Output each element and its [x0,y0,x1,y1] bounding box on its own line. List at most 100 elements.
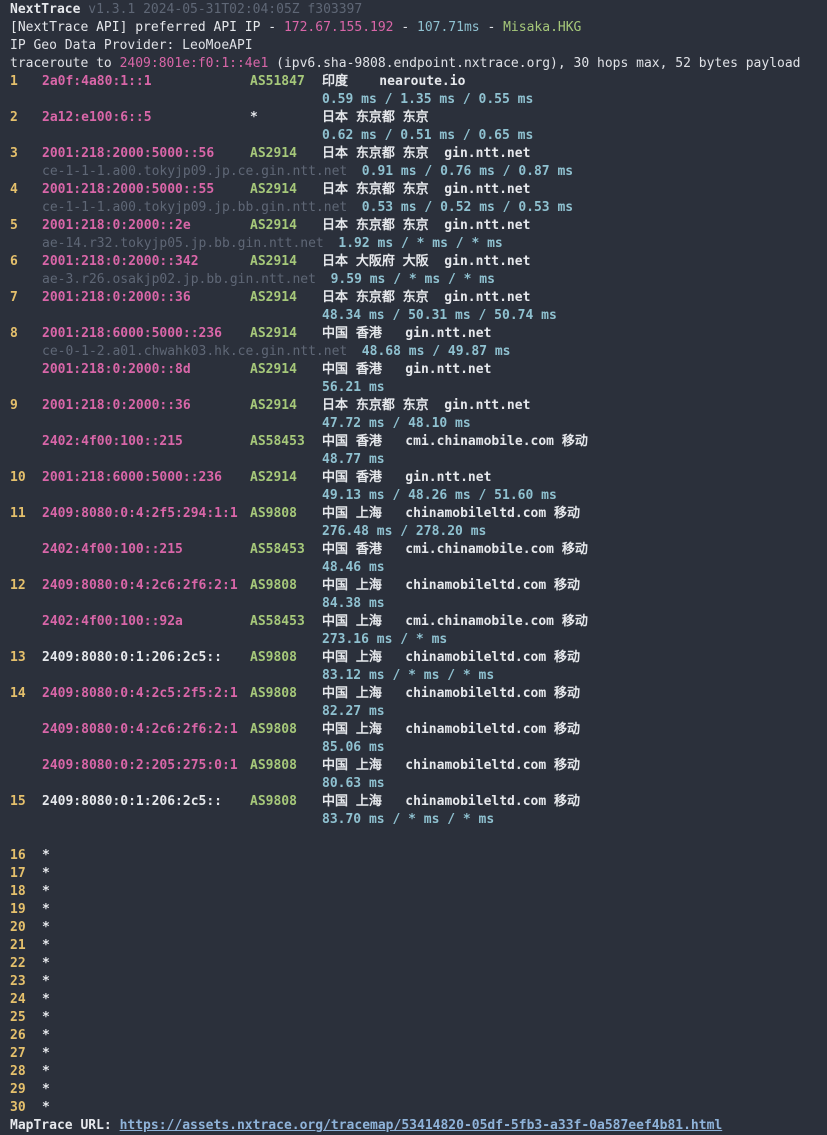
hop-row: 10 2001:218:6000:5000::236 AS2914 中国 香港 gin… [10,469,827,487]
hop-ip: 2409:8080:0:2:205:275:0:1 [42,758,238,773]
timeout-star: * [42,866,50,881]
hop-geo: 中国 上海 chinamobileltd.com 移动 [322,650,581,665]
hop-geo: 中国 上海 chinamobileltd.com 移动 [322,686,581,701]
hop-hostname: ce-0-1-2.a01.chwahk03.hk.ce.gin.ntt.net [42,344,348,359]
timeout-hop-row: 23 * [10,973,827,991]
hop-number: 19 [10,902,26,917]
hop-row: 1 2a0f:4a80:1::1 AS51847 印度 nearoute.io [10,73,827,91]
hop-number: 21 [10,938,26,953]
hop-row: 9 2001:218:0:2000::36 AS2914 日本 东京都 东京 gin.… [10,397,827,415]
hop-ip: 2409:8080:0:1:206:2c5:: [42,794,223,809]
hop-number: 6 [10,254,18,269]
trace-prefix: traceroute to [10,56,120,71]
hop-rtt: 49.13 ms / 48.26 ms / 51.60 ms [322,488,557,503]
hop-hostname: ce-1-1-1.a00.tokyjp09.jp.ce.gin.ntt.net [42,164,348,179]
hop-asn: AS9808 [250,758,297,773]
hop-row: 2 2a12:e100:6::5 * 日本 东京都 东京 [10,109,827,127]
hop-asn: AS58453 [250,542,305,557]
hop-rtt: 276.48 ms / 278.20 ms [322,524,487,539]
hop-geo: 中国 上海 chinamobileltd.com 移动 [322,794,581,809]
hop-rtt: 0.53 ms / 0.52 ms / 0.53 ms [361,200,574,215]
hop-rtt: 0.59 ms / 1.35 ms / 0.55 ms [322,92,534,107]
hop-geo: 中国 香港 gin.ntt.net [322,362,492,377]
hop-asn: * [250,110,258,125]
timeout-hop-row: 29 * [10,1081,827,1099]
hop-ip: 2402:4f00:100::92a [42,614,183,629]
hop-detail-row: 48.46 ms [10,559,827,577]
timeout-hop-list: 16 * 17 * 18 * 19 * 20 * 21 * 22 * 23 * 24 * 25 * 26 * 27 * 28 * 2… [10,847,827,1117]
hop-geo: 印度 nearoute.io [322,74,466,89]
hop-hostname: ce-1-1-1.a00.tokyjp09.jp.bb.gin.ntt.net [42,200,348,215]
hop-hostname: ae-14.r32.tokyjp05.jp.bb.gin.ntt.net [42,236,324,251]
hop-number: 3 [10,146,18,161]
hop-ip: 2409:8080:0:1:206:2c5:: [42,650,223,665]
hop-number: 9 [10,398,18,413]
timeout-star: * [42,1100,50,1115]
timeout-hop-row: 21 * [10,937,827,955]
timeout-hop-row: 20 * [10,919,827,937]
api-line: [NextTrace API] preferred API IP - 172.6… [10,19,827,37]
timeout-hop-row: 19 * [10,901,827,919]
hop-detail-row: ae-3.r26.osakjp02.jp.bb.gin.ntt.net 9.59 … [10,271,827,289]
hop-ip: 2402:4f00:100::215 [42,542,183,557]
hop-detail-row: 47.72 ms / 48.10 ms [10,415,827,433]
hop-number: 25 [10,1010,26,1025]
maptrace-url-link[interactable]: https://assets.nxtrace.org/tracemap/5341… [120,1118,723,1133]
hop-geo: 日本 东京都 东京 gin.ntt.net [322,398,531,413]
hop-detail-row: 56.21 ms [10,379,827,397]
hop-geo: 日本 东京都 东京 gin.ntt.net [322,290,531,305]
timeout-hop-row: 18 * [10,883,827,901]
hop-number: 5 [10,218,18,233]
hop-number: 26 [10,1028,26,1043]
hop-asn: AS2914 [250,146,297,161]
hop-number: 11 [10,506,26,521]
hop-ip: 2001:218:0:2000::36 [42,398,191,413]
hop-number: 10 [10,470,26,485]
hop-rtt: 48.77 ms [322,452,385,467]
timeout-star: * [42,1082,50,1097]
timeout-hop-row: 30 * [10,1099,827,1117]
hop-asn: AS58453 [250,614,305,629]
hop-number: 28 [10,1064,26,1079]
hop-detail-row: 49.13 ms / 48.26 ms / 51.60 ms [10,487,827,505]
hop-geo: 日本 东京都 东京 gin.ntt.net [322,182,531,197]
hop-row: 2409:8080:0:4:2c6:2f6:2:1 AS9808 中国 上海 chi… [10,721,827,739]
trace-target: 2409:801e:f0:1::4e1 [119,56,269,71]
hop-number: 16 [10,848,26,863]
hop-detail-row: 276.48 ms / 278.20 ms [10,523,827,541]
hop-number: 18 [10,884,26,899]
hop-ip: 2001:218:6000:5000::236 [42,326,223,341]
hop-row: 4 2001:218:2000:5000::55 AS2914 日本 东京都 东京 g… [10,181,827,199]
hop-row: 2402:4f00:100::92a AS58453 中国 上海 cmi.china… [10,613,827,631]
timeout-star: * [42,1064,50,1079]
hop-row: 3 2001:218:2000:5000::56 AS2914 日本 东京都 东京 g… [10,145,827,163]
hop-asn: AS2914 [250,326,297,341]
hop-row: 2409:8080:0:2:205:275:0:1 AS9808 中国 上海 chi… [10,757,827,775]
hop-number: 12 [10,578,26,593]
hop-asn: AS2914 [250,182,297,197]
hop-detail-row: 85.06 ms [10,739,827,757]
api-ip: 172.67.155.192 [283,20,394,35]
hop-number: 4 [10,182,18,197]
hop-detail-row: 48.34 ms / 50.31 ms / 50.74 ms [10,307,827,325]
hop-number: 23 [10,974,26,989]
hop-rtt: 0.91 ms / 0.76 ms / 0.87 ms [361,164,574,179]
timeout-hop-row: 25 * [10,1009,827,1027]
hop-ip: 2001:218:0:2000::8d [42,362,191,377]
hop-rtt: 0.62 ms / 0.51 ms / 0.65 ms [322,128,534,143]
timeout-star: * [42,848,50,863]
hop-row: 5 2001:218:0:2000::2e AS2914 日本 东京都 东京 gin.… [10,217,827,235]
timeout-star: * [42,902,50,917]
api-latency: 107.71ms [417,20,480,35]
hop-number: 13 [10,650,26,665]
timeout-star: * [42,1046,50,1061]
hop-asn: AS2914 [250,254,297,269]
hop-rtt: 83.12 ms / * ms / * ms [322,668,495,683]
hop-detail-row: ae-14.r32.tokyjp05.jp.bb.gin.ntt.net 1.92… [10,235,827,253]
hop-rtt: 273.16 ms / * ms [322,632,448,647]
hop-geo: 中国 香港 cmi.chinamobile.com 移动 [322,542,588,557]
hop-row: 2402:4f00:100::215 AS58453 中国 香港 cmi.china… [10,541,827,559]
hop-asn: AS2914 [250,398,297,413]
hop-row: 14 2409:8080:0:4:2c5:2f5:2:1 AS9808 中国 上海 c… [10,685,827,703]
